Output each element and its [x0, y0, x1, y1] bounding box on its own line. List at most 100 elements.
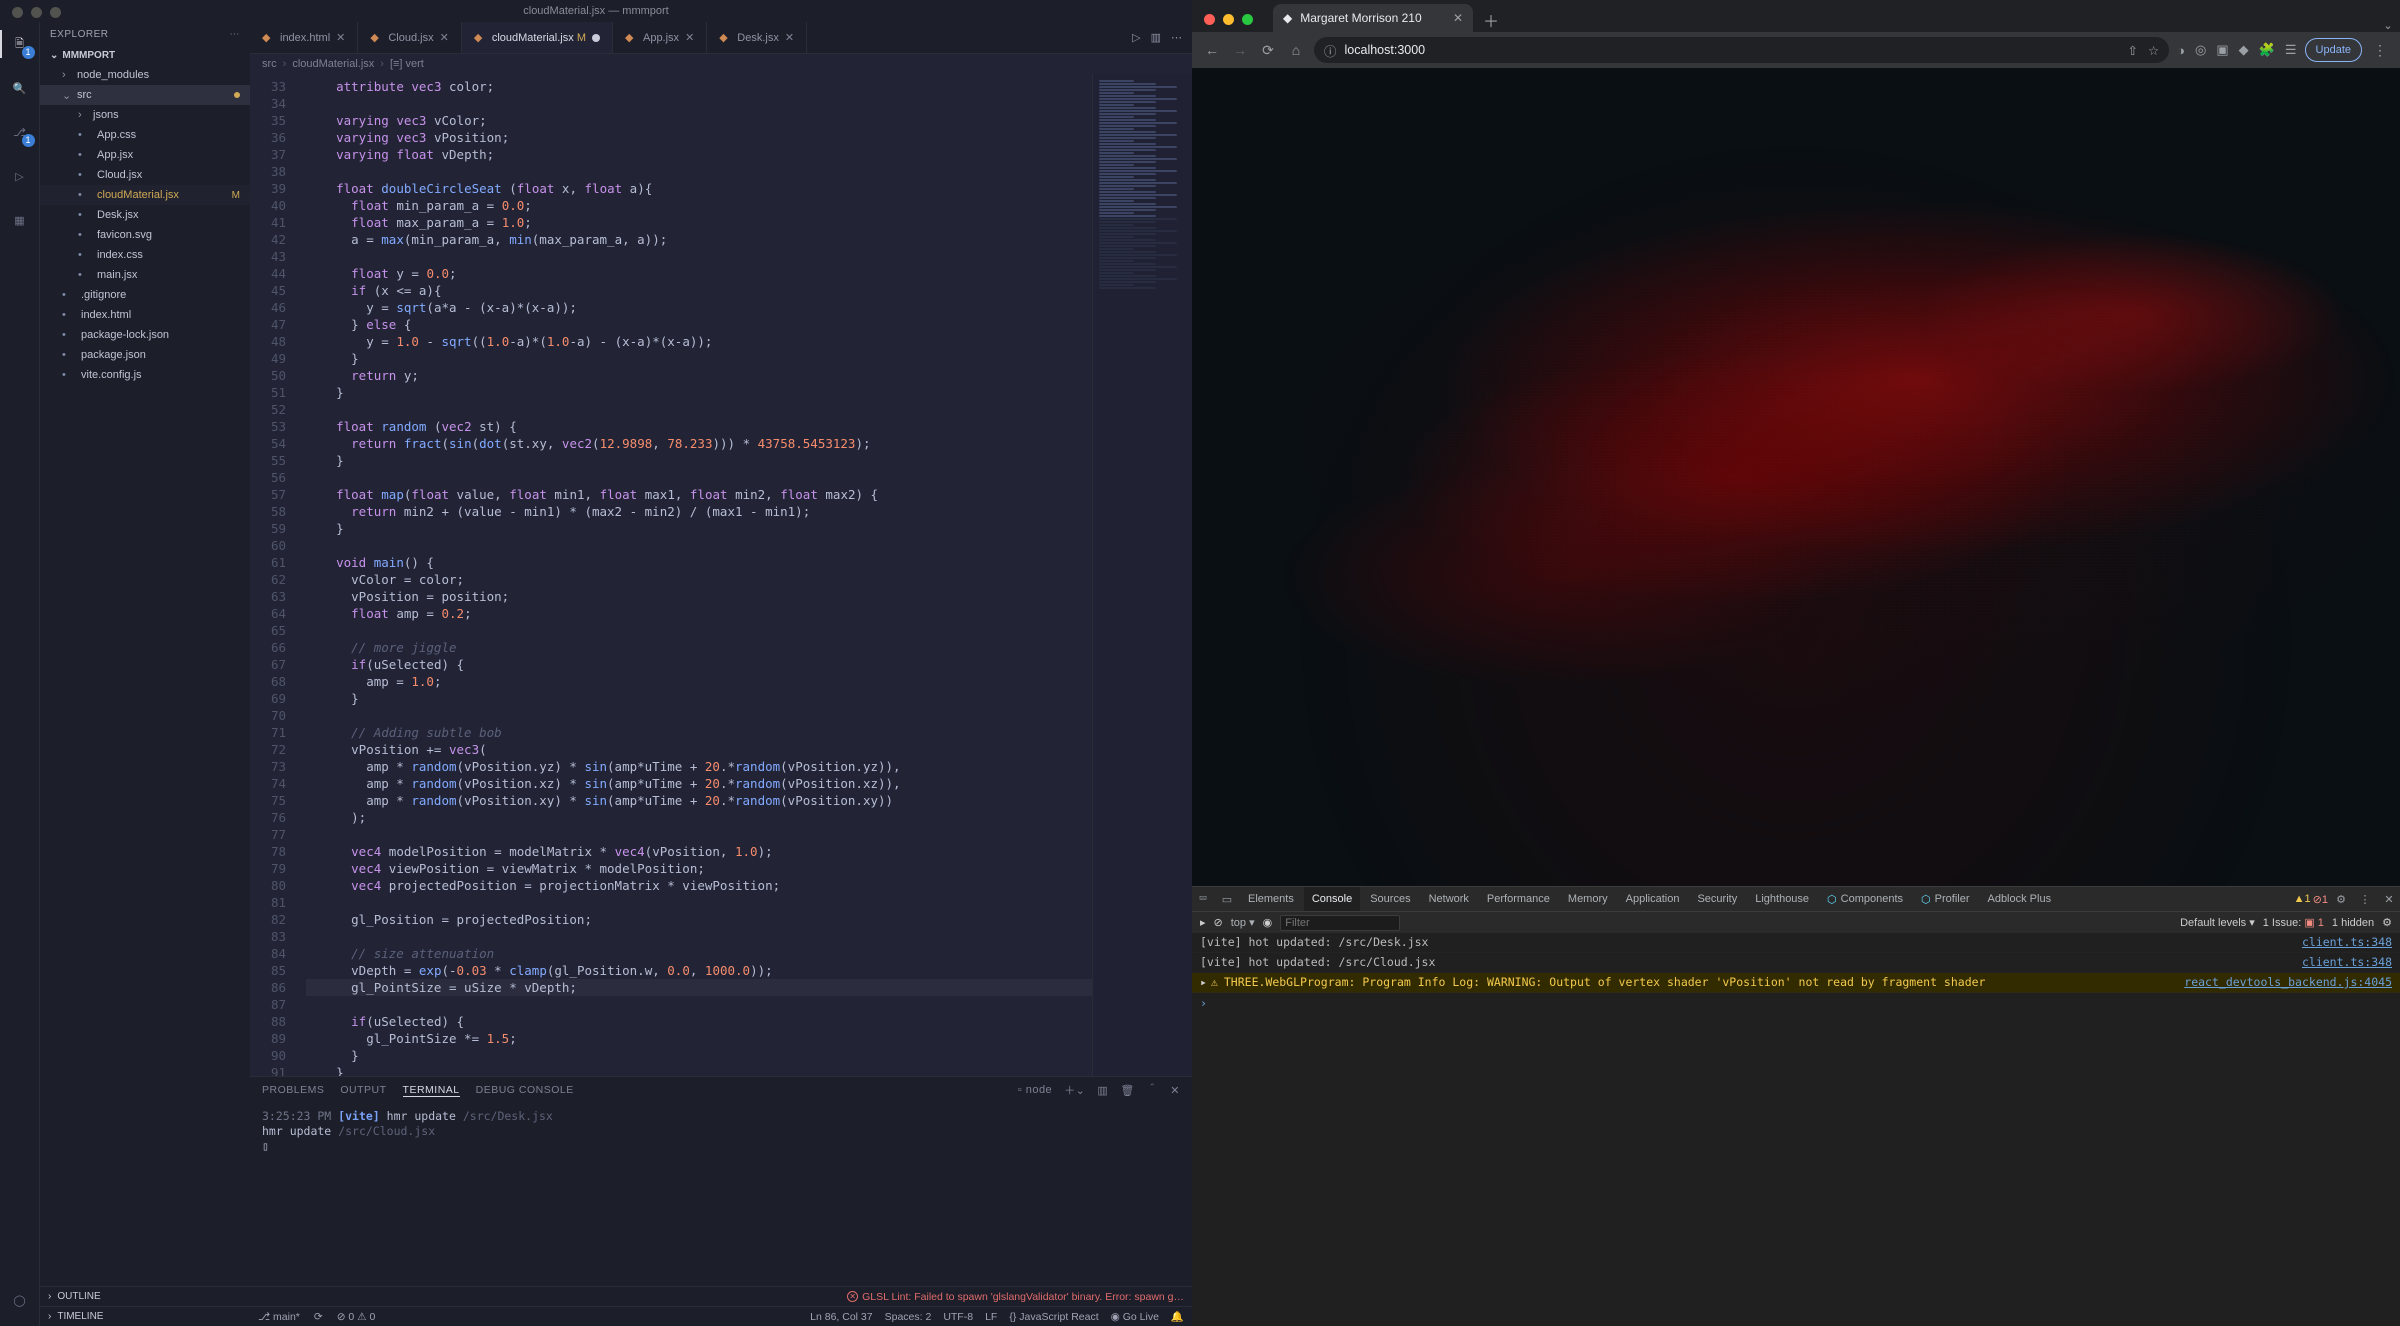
editor-tab[interactable]: ◆Cloud.jsx✕ — [358, 22, 461, 53]
devtools-tab[interactable]: Network — [1421, 887, 1477, 911]
file-tree-item[interactable]: ›jsons — [40, 105, 250, 125]
status-spaces[interactable]: Spaces: 2 — [885, 1311, 932, 1323]
glsl-lint-error[interactable]: ✕GLSL Lint: Failed to spawn 'glslangVali… — [847, 1291, 1184, 1303]
bookmark-icon[interactable]: ☆ — [2148, 43, 2159, 58]
url-bar[interactable]: ⓘ localhost:3000 ⇧ ☆ — [1314, 37, 2169, 63]
file-tree-item[interactable]: •App.jsx — [40, 145, 250, 165]
live-expression-icon[interactable]: ◉ — [1263, 916, 1273, 929]
code-editor[interactable]: 33 34 35 36 37 38 39 40 41 42 43 44 45 4… — [250, 74, 1192, 1076]
file-tree-item[interactable]: •favicon.svg — [40, 225, 250, 245]
ext-icon[interactable]: ◆ — [2239, 42, 2249, 58]
split-editor-icon[interactable]: ▥ — [1151, 31, 1161, 44]
editor-tab[interactable]: ◆cloudMaterial.jsx M — [462, 22, 613, 53]
devtools-tab[interactable]: Security — [1689, 887, 1745, 911]
more-editor-icon[interactable]: ⋯ — [1171, 31, 1182, 44]
zoom-icon[interactable] — [1242, 14, 1253, 25]
sidebar-more-icon[interactable]: ⋯ — [230, 29, 241, 40]
code-content[interactable]: attribute vec3 color; varying vec3 vColo… — [296, 74, 1092, 1076]
file-tree-item[interactable]: •Desk.jsx — [40, 205, 250, 225]
extensions-icon[interactable]: 🧩 — [2259, 42, 2275, 58]
nav-home-icon[interactable]: ⌂ — [1286, 42, 1306, 58]
minimize-icon[interactable] — [1223, 14, 1234, 25]
breadcrumbs[interactable]: src› cloudMaterial.jsx› [≡] vert — [250, 54, 1192, 74]
site-info-icon[interactable]: ⓘ — [1324, 41, 1337, 60]
tab-debug-console[interactable]: DEBUG CONSOLE — [476, 1084, 574, 1096]
tab-output[interactable]: OUTPUT — [340, 1084, 386, 1096]
devtools-tab[interactable]: Lighthouse — [1747, 887, 1817, 911]
terminal-body[interactable]: 3:25:23 PM [vite] hmr update /src/Desk.j… — [250, 1103, 1192, 1286]
tab-problems[interactable]: PROBLEMS — [262, 1084, 324, 1096]
clear-console-icon[interactable]: ⊘ — [1214, 916, 1223, 929]
devtools-more-icon[interactable]: ⋮ — [2354, 893, 2376, 906]
file-tree-item[interactable]: •main.jsx — [40, 265, 250, 285]
share-icon[interactable]: ⇧ — [2127, 43, 2137, 58]
run-icon[interactable]: ▷ — [1132, 31, 1140, 44]
error-count[interactable]: ⊘1 — [2313, 893, 2328, 906]
terminal-shell-label[interactable]: ▫ node — [1018, 1084, 1052, 1096]
trash-terminal-icon[interactable]: 🗑 — [1120, 1084, 1134, 1097]
file-tree-item[interactable]: •index.html — [40, 305, 250, 325]
menu-icon[interactable]: ⋮ — [2370, 42, 2390, 59]
timeline-panel[interactable]: › TIMELINE — [40, 1306, 250, 1326]
activity-scm-icon[interactable]: ⎇1 — [8, 120, 32, 144]
devtools-tab[interactable]: Elements — [1240, 887, 1302, 911]
activity-extensions-icon[interactable]: ▦ — [8, 208, 32, 232]
file-tree-item[interactable]: •package.json — [40, 345, 250, 365]
new-tab-button[interactable]: ＋ — [1479, 8, 1503, 32]
status-eol[interactable]: LF — [985, 1311, 997, 1323]
tab-dropdown-icon[interactable]: ⌄ — [2376, 19, 2400, 32]
close-icon[interactable] — [1204, 14, 1215, 25]
devtools-close-icon[interactable]: ✕ — [2378, 893, 2400, 906]
file-tree-item[interactable]: •.gitignore — [40, 285, 250, 305]
context-selector[interactable]: top ▾ — [1231, 916, 1255, 929]
status-branch[interactable]: ⎇ main* — [258, 1311, 300, 1323]
console-output[interactable]: [vite] hot updated: /src/Desk.jsxclient.… — [1192, 933, 2400, 1326]
status-cursor[interactable]: Ln 86, Col 37 — [810, 1311, 872, 1323]
status-bell-icon[interactable]: 🔔 — [1171, 1310, 1184, 1323]
file-tree-item[interactable]: •index.css — [40, 245, 250, 265]
update-button[interactable]: Update — [2305, 38, 2362, 62]
editor-tab[interactable]: ◆Desk.jsx✕ — [707, 22, 807, 53]
reading-list-icon[interactable]: ☰ — [2285, 42, 2297, 58]
file-tree-item[interactable]: •Cloud.jsx — [40, 165, 250, 185]
issues-link[interactable]: 1 Issue: ▣ 1 — [2263, 916, 2324, 929]
inspect-icon[interactable]: ⮹ — [1192, 893, 1214, 906]
file-tree-item[interactable]: •package-lock.json — [40, 325, 250, 345]
console-log-line[interactable]: [vite] hot updated: /src/Desk.jsxclient.… — [1192, 933, 2400, 953]
status-encoding[interactable]: UTF-8 — [943, 1311, 973, 1323]
file-tree-item[interactable]: •vite.config.js — [40, 365, 250, 385]
file-tree-item[interactable]: ›node_modules — [40, 65, 250, 85]
editor-tab[interactable]: ◆App.jsx✕ — [613, 22, 707, 53]
close-panel-icon[interactable]: ✕ — [1170, 1084, 1180, 1097]
tab-terminal[interactable]: TERMINAL — [403, 1084, 460, 1097]
ext-icon[interactable]: ◑ — [2177, 43, 2185, 58]
file-tree-item[interactable]: •cloudMaterial.jsxM — [40, 185, 250, 205]
folder-root[interactable]: ⌄ MMMPORT — [40, 46, 250, 65]
file-tree-item[interactable]: •App.css — [40, 125, 250, 145]
devtools-tab[interactable]: ⬡Components — [1819, 887, 1911, 911]
file-tree-item[interactable]: ⌄src — [40, 85, 250, 105]
activity-debug-icon[interactable]: ▷ — [8, 164, 32, 188]
console-log-line[interactable]: ⚠THREE.WebGLProgram: Program Info Log: W… — [1192, 973, 2400, 993]
browser-tab[interactable]: ◆ Margaret Morrison 210 ✕ — [1273, 4, 1473, 32]
devtools-tab[interactable]: Adblock Plus — [1979, 887, 2059, 911]
ext-icon[interactable]: ▣ — [2216, 42, 2228, 58]
warn-count[interactable]: ▲1 — [2294, 893, 2311, 905]
status-errors[interactable]: ⊘ 0 ⚠ 0 — [337, 1311, 376, 1323]
activity-search-icon[interactable]: 🔍 — [8, 76, 32, 100]
devtools-tab[interactable]: Performance — [1479, 887, 1558, 911]
console-filter-input[interactable] — [1280, 915, 1400, 931]
status-golive[interactable]: ◉ Go Live — [1111, 1311, 1159, 1323]
editor-tab[interactable]: ◆index.html✕ — [250, 22, 358, 53]
page-viewport[interactable] — [1192, 68, 2400, 886]
console-sidebar-icon[interactable]: ▸ — [1200, 916, 1206, 929]
nav-forward-icon[interactable]: → — [1230, 42, 1250, 58]
devtools-tab[interactable]: Sources — [1362, 887, 1418, 911]
split-terminal-icon[interactable]: ▥ — [1097, 1084, 1108, 1097]
activity-account-icon[interactable]: ◯ — [8, 1288, 32, 1312]
status-language[interactable]: {} JavaScript React — [1009, 1311, 1098, 1323]
status-sync-icon[interactable]: ⟳ — [314, 1311, 323, 1323]
nav-reload-icon[interactable]: ⟳ — [1258, 42, 1278, 59]
log-levels[interactable]: Default levels ▾ — [2180, 916, 2255, 929]
activity-explorer-icon[interactable]: 🗎1 — [8, 32, 32, 56]
